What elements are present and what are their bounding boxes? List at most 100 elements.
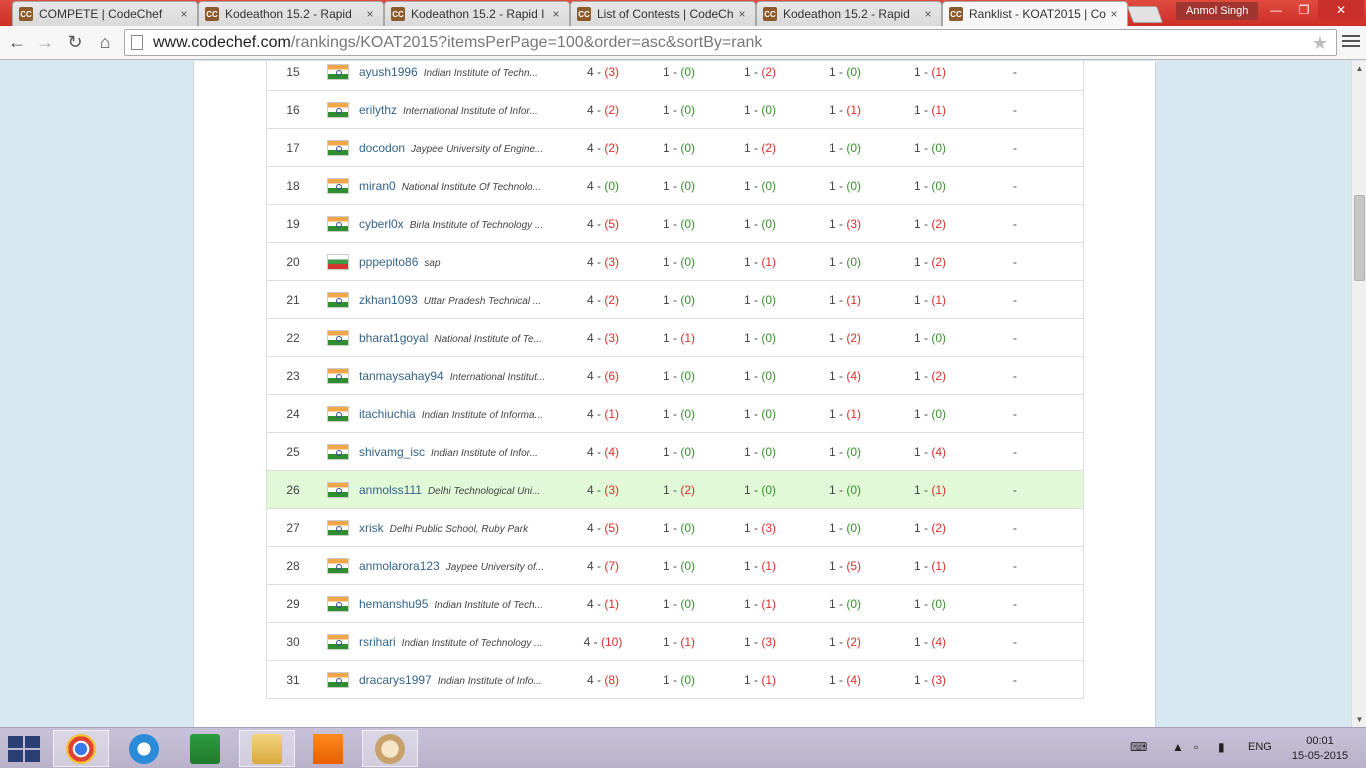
last-problem-cell: - (1013, 559, 1017, 573)
user-handle-link[interactable]: ayush1996 (359, 65, 418, 79)
table-row: 21 zkhan1093 Uttar Pradesh Technical ... 4 … (267, 281, 1083, 319)
table-row: 29 hemanshu95 Indian Institute of Tech... 4… (267, 585, 1083, 623)
problem-score-cell: 1 - (1) (900, 293, 960, 307)
score-value: 1 - (743, 369, 762, 383)
address-bar[interactable]: www.codechef.com/rankings/KOAT2015?items… (124, 29, 1337, 56)
user-handle-link[interactable]: docodon (359, 141, 405, 155)
minimize-icon[interactable]: — (1262, 0, 1290, 20)
score-value: 1 - (743, 217, 762, 231)
user-handle-link[interactable]: itachiuchia (359, 407, 416, 421)
score-value: 1 - (913, 179, 932, 193)
windows-start-icon[interactable] (8, 736, 40, 762)
user-handle-link[interactable]: shivamg_isc (359, 445, 425, 459)
vertical-scrollbar[interactable]: ▲ ▼ (1351, 61, 1366, 727)
user-handle-link[interactable]: tanmaysahay94 (359, 369, 444, 383)
user-handle-link[interactable]: hemanshu95 (359, 597, 428, 611)
scroll-up-arrow-icon[interactable]: ▲ (1352, 61, 1366, 76)
score-value: 1 - (662, 103, 681, 117)
tab-close-icon[interactable]: × (1107, 7, 1121, 21)
taskbar-app-store[interactable] (177, 730, 233, 767)
problem-score-cell: 4 - (0) (573, 179, 633, 193)
language-indicator[interactable]: ENG (1248, 741, 1272, 753)
tab-title: Kodeathon 15.2 - Rapid (225, 7, 352, 21)
network-signal-icon[interactable]: ▫ (1194, 740, 1198, 754)
user-handle-link[interactable]: miran0 (359, 179, 396, 193)
problem-score-cell: 4 - (7) (573, 559, 633, 573)
keyboard-icon[interactable]: ⌨ (1130, 740, 1147, 754)
tab-close-icon[interactable]: × (177, 7, 191, 21)
country-flag-icon (327, 330, 349, 346)
ranklist-panel: 15 ayush1996 Indian Institute of Techn... 4… (193, 61, 1156, 727)
user-handle-link[interactable]: anmolarora123 (359, 559, 440, 573)
chrome-menu-icon[interactable] (1342, 32, 1360, 52)
taskbar-app-file-explorer[interactable] (239, 730, 295, 767)
user-handle-link[interactable]: erilythz (359, 103, 397, 117)
home-icon[interactable]: ⌂ (94, 31, 116, 53)
taskbar-app-chrome[interactable] (53, 730, 109, 767)
penalty-count: (4) (846, 673, 861, 687)
user-handle-link[interactable]: xrisk (359, 521, 384, 535)
problem-score-cell: 1 - (2) (900, 369, 960, 383)
penalty-count: (1) (846, 407, 861, 421)
rank-cell: 27 (286, 521, 300, 535)
system-clock[interactable]: 00:01 15-05-2015 (1284, 734, 1356, 764)
forward-arrow-icon[interactable]: → (34, 31, 56, 53)
problem-score-cell: 1 - (0) (649, 445, 709, 459)
user-cell: ayush1996 Indian Institute of Techn... (359, 65, 555, 79)
maximize-icon[interactable]: ❐ (1290, 0, 1318, 20)
user-handle-link[interactable]: cyberl0x (359, 217, 404, 231)
taskbar-app-paint[interactable] (362, 730, 418, 767)
user-handle-link[interactable]: anmolss111 (359, 483, 422, 497)
window-close-icon[interactable]: ✕ (1318, 0, 1364, 20)
scroll-down-arrow-icon[interactable]: ▼ (1352, 712, 1366, 727)
penalty-count: (3) (604, 255, 619, 269)
penalty-count: (0) (846, 597, 861, 611)
table-row-current-user: 26 anmolss111 Delhi Technological Uni... 4 … (267, 471, 1083, 509)
taskbar-app-internet-explorer[interactable] (116, 730, 172, 767)
user-handle-link[interactable]: zkhan1093 (359, 293, 418, 307)
user-handle-link[interactable]: bharat1goyal (359, 331, 428, 345)
show-hidden-icons-icon[interactable]: ▲ (1172, 740, 1184, 754)
browser-tab[interactable]: CC COMPETE | CodeChef × (12, 1, 198, 26)
tab-close-icon[interactable]: × (549, 7, 563, 21)
user-handle-link[interactable]: dracarys1997 (359, 673, 432, 687)
problem-score-cell: 1 - (1) (730, 673, 790, 687)
tab-close-icon[interactable]: × (735, 7, 749, 21)
score-value: 4 - (586, 445, 605, 459)
browser-tab[interactable]: CC List of Contests | CodeCh × (570, 1, 756, 26)
table-row: 24 itachiuchia Indian Institute of Informa… (267, 395, 1083, 433)
user-handle-link[interactable]: rsrihari (359, 635, 396, 649)
user-handle-link[interactable]: pppepito86 (359, 255, 418, 269)
taskbar-app-vlc[interactable] (300, 730, 356, 767)
browser-tab[interactable]: CC Ranklist - KOAT2015 | Co × (942, 1, 1128, 26)
penalty-count: (0) (931, 597, 946, 611)
table-row: 28 anmolarora123 Jaypee University of... 4 … (267, 547, 1083, 585)
bookmark-star-icon[interactable]: ★ (1312, 33, 1328, 54)
score-value: 1 - (743, 673, 762, 687)
country-flag-icon (327, 368, 349, 384)
score-value: 4 - (586, 217, 605, 231)
tab-close-icon[interactable]: × (363, 7, 377, 21)
tab-close-icon[interactable]: × (921, 7, 935, 21)
table-row: 15 ayush1996 Indian Institute of Techn... 4… (267, 61, 1083, 91)
score-value: 1 - (662, 483, 681, 497)
back-arrow-icon[interactable]: ← (6, 31, 28, 53)
power-icon[interactable]: ▮ (1218, 740, 1225, 754)
scroll-thumb[interactable] (1354, 195, 1365, 281)
problem-score-cell: 1 - (4) (900, 445, 960, 459)
penalty-count: (2) (931, 255, 946, 269)
reload-icon[interactable]: ↻ (64, 31, 86, 53)
score-value: 1 - (743, 331, 762, 345)
penalty-count: (1) (604, 407, 619, 421)
browser-tab[interactable]: CC Kodeathon 15.2 - Rapid × (198, 1, 384, 26)
rank-cell: 22 (286, 331, 300, 345)
score-value: 4 - (586, 103, 605, 117)
problem-score-cell: 1 - (2) (649, 483, 709, 497)
score-value: 1 - (743, 635, 762, 649)
new-tab-button[interactable] (1126, 6, 1164, 23)
browser-tab[interactable]: CC Kodeathon 15.2 - Rapid I × (384, 1, 570, 26)
penalty-count: (3) (604, 331, 619, 345)
problem-score-cell: 1 - (0) (649, 141, 709, 155)
profile-button[interactable]: Anmol Singh (1176, 2, 1259, 20)
browser-tab[interactable]: CC Kodeathon 15.2 - Rapid × (756, 1, 942, 26)
